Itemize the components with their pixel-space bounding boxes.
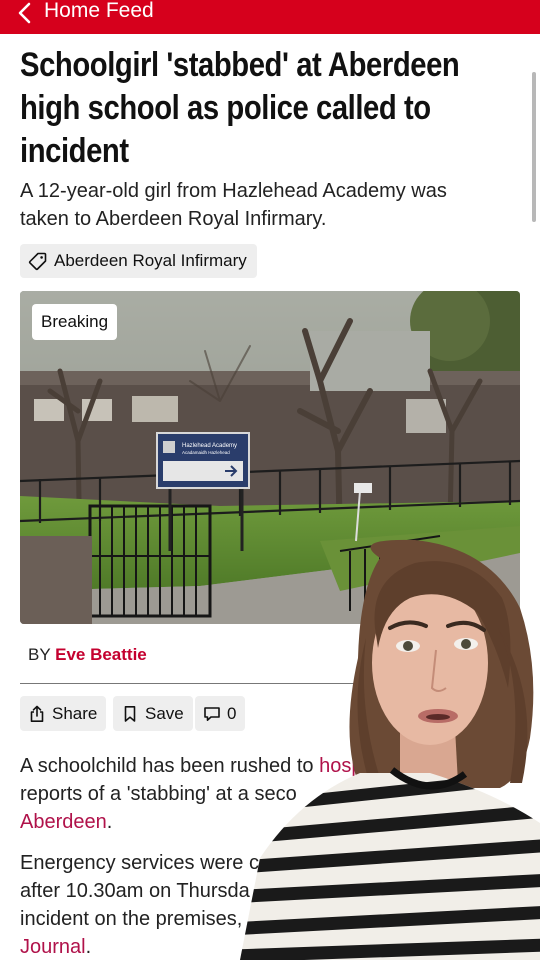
bookmark-icon [124, 705, 136, 722]
breaking-badge: Breaking [32, 304, 118, 340]
share-icon [30, 705, 44, 722]
journal-link[interactable]: Journal [20, 936, 86, 958]
author-link[interactable]: Eve Beattie [55, 645, 147, 664]
byline-prefix: BY [28, 645, 51, 664]
sign-text-1: Hazlehead Academy [182, 443, 237, 449]
comment-icon [204, 706, 220, 721]
save-button[interactable]: Save [113, 696, 193, 731]
share-button[interactable]: Share [20, 696, 107, 731]
tag-icon [28, 252, 47, 271]
chevron-left-icon[interactable] [14, 1, 38, 25]
top-bar: Home Feed [0, 0, 540, 34]
back-button[interactable]: Home Feed [44, 0, 154, 23]
comment-count: 0 [227, 703, 237, 723]
tag-label: Aberdeen Royal Infirmary [54, 251, 247, 270]
location-tag[interactable]: Aberdeen Royal Infirmary [20, 244, 257, 278]
article-standfirst: A 12-year-old girl from Hazlehead Academ… [20, 180, 447, 230]
share-label: Share [52, 703, 98, 723]
sign-text-2: Acadamaidh Hazlehead [182, 450, 230, 455]
article-headline: Schoolgirl 'stabbed' at Aberdeen high sc… [20, 46, 460, 170]
save-label: Save [145, 703, 184, 723]
scrollbar[interactable] [532, 72, 536, 222]
para1-line3-end: . [106, 811, 113, 833]
byline: BY Eve Beattie [28, 645, 147, 665]
aberdeen-link[interactable]: Aberdeen [20, 811, 107, 833]
para2-line4-end: . [85, 936, 92, 958]
presenter-video-overlay [240, 539, 540, 960]
comments-button[interactable]: 0 [195, 696, 246, 731]
